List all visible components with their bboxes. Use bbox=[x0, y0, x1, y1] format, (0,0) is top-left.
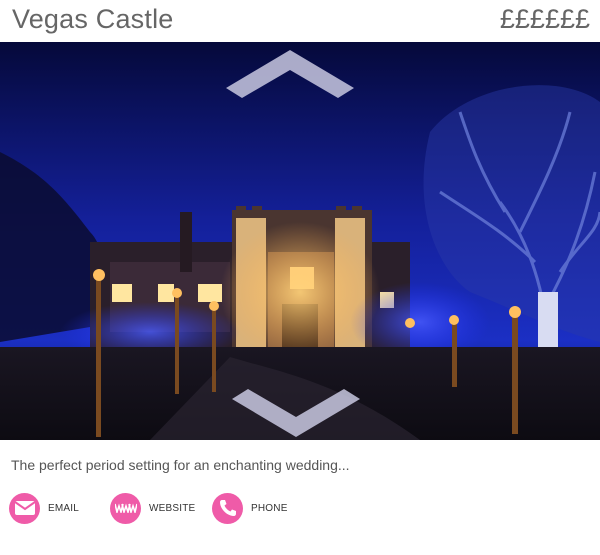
www-icon bbox=[110, 492, 141, 524]
price-rating: ££££££ bbox=[499, 4, 590, 34]
venue-description: The perfect period setting for an enchan… bbox=[11, 457, 350, 473]
phone-label: PHONE bbox=[251, 502, 288, 514]
email-label: EMAIL bbox=[48, 502, 80, 514]
venue-photo-carousel bbox=[0, 42, 600, 440]
previous-photo-arrow-icon[interactable] bbox=[226, 50, 354, 102]
next-photo-arrow-icon[interactable] bbox=[232, 385, 360, 437]
envelope-icon bbox=[9, 492, 40, 524]
phone-icon bbox=[212, 492, 243, 524]
contact-links: EMAIL WEBSITE PHONE bbox=[0, 490, 600, 530]
phone-button[interactable]: PHONE bbox=[212, 490, 288, 526]
website-label: WEBSITE bbox=[149, 502, 196, 514]
email-button[interactable]: EMAIL bbox=[9, 490, 79, 526]
venue-header: Vegas Castle ££££££ bbox=[0, 0, 600, 42]
website-button[interactable]: WEBSITE bbox=[110, 490, 195, 526]
venue-title: Vegas Castle bbox=[12, 4, 174, 34]
